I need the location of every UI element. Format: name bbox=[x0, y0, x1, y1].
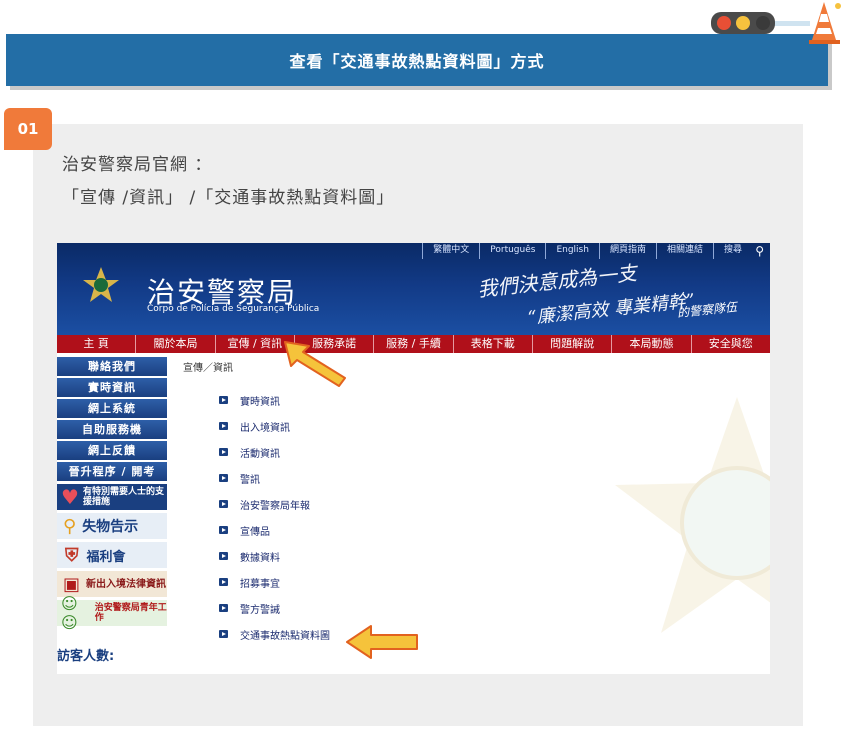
link-activities[interactable]: 活動資訊 bbox=[219, 445, 280, 460]
main-nav: 主 頁 關於本局 宣傳 / 資訊 服務承諾 服務 / 手續 表格下載 問題解說 … bbox=[57, 335, 770, 353]
bullet-icon bbox=[219, 422, 228, 430]
nav-safety[interactable]: 安全與您 bbox=[692, 335, 770, 353]
nav-news[interactable]: 本局動態 bbox=[612, 335, 692, 353]
sidebar-youth[interactable]: ☺☺ 治安警察局青年工作 bbox=[57, 594, 167, 632]
toplink-related[interactable]: 相關連結 bbox=[655, 243, 713, 259]
link-publicity[interactable]: 宣傳品 bbox=[219, 523, 270, 538]
site-subtitle: Corpo de Polícia de Segurança Pública bbox=[147, 304, 320, 314]
police-emblem-icon bbox=[83, 267, 119, 302]
sidebar-promotion[interactable]: 晉升程序 / 開考 bbox=[57, 462, 167, 481]
step-instruction-line1: 治安警察局官網 ： bbox=[62, 155, 213, 175]
header-banner: 查看「交通事故熱點資料圖」方式 bbox=[6, 34, 832, 90]
site-header: 繁體中文 Português English 網頁指南 相關連結 搜尋 ⚲ 治安… bbox=[57, 243, 770, 335]
visitor-count-label: 訪客人數: bbox=[57, 649, 115, 664]
sidebar: 聯絡我們 實時資訊 網上系統 自助服務機 網上反饋 晉升程序 / 開考 ♥ 有特… bbox=[57, 353, 167, 674]
bullet-icon bbox=[219, 630, 228, 638]
bullet-icon bbox=[219, 578, 228, 586]
magnifier-icon: ⚲ bbox=[63, 515, 77, 537]
people-icon: ☺☺ bbox=[61, 594, 78, 632]
sidebar-realtime[interactable]: 實時資訊 bbox=[57, 378, 167, 397]
bullet-icon bbox=[219, 474, 228, 482]
link-realtime[interactable]: 實時資訊 bbox=[219, 393, 280, 408]
link-annual-report[interactable]: 治安警察局年報 bbox=[219, 497, 310, 512]
website-screenshot: 繁體中文 Português English 網頁指南 相關連結 搜尋 ⚲ 治安… bbox=[57, 243, 770, 674]
nav-faq[interactable]: 問題解說 bbox=[533, 335, 613, 353]
search-icon[interactable]: ⚲ bbox=[755, 244, 764, 258]
link-police-warnings[interactable]: 警方警誡 bbox=[219, 601, 280, 616]
link-immigration[interactable]: 出入境資訊 bbox=[219, 419, 290, 434]
book-icon: ▣ bbox=[63, 573, 81, 595]
arrow-icon bbox=[284, 341, 346, 387]
bullet-icon bbox=[219, 552, 228, 560]
step-instruction-line2: 「宣傳 /資訊」 /「交通事故熱點資料圖」 bbox=[62, 188, 395, 208]
shield-icon: ⛨ bbox=[65, 544, 79, 566]
bullet-icon bbox=[219, 396, 228, 404]
traffic-light-icon bbox=[711, 12, 775, 34]
traffic-cone-icon bbox=[809, 2, 841, 44]
sidebar-feedback[interactable]: 網上反饋 bbox=[57, 441, 167, 460]
breadcrumb: 宣傳／資訊 bbox=[183, 363, 233, 374]
sidebar-lost-found[interactable]: ⚲ 失物告示 bbox=[57, 513, 167, 539]
bullet-icon bbox=[219, 500, 228, 508]
toplink-zh[interactable]: 繁體中文 bbox=[422, 243, 479, 259]
link-statistics[interactable]: 數據資料 bbox=[219, 549, 280, 564]
link-police-news[interactable]: 警訊 bbox=[219, 471, 260, 486]
step-number-badge: 01 bbox=[4, 108, 52, 150]
sidebar-kiosk[interactable]: 自助服務機 bbox=[57, 420, 167, 439]
content-area: 宣傳／資訊 實時資訊 出入境資訊 活動資訊 警訊 治安警察局年報 宣傳品 數據資… bbox=[167, 353, 770, 674]
arrow-icon bbox=[346, 625, 418, 659]
bullet-icon bbox=[219, 526, 228, 534]
top-links: 繁體中文 Português English 網頁指南 相關連結 搜尋 bbox=[422, 243, 764, 259]
heart-icon: ♥ bbox=[61, 485, 79, 509]
link-recruitment[interactable]: 招募事宜 bbox=[219, 575, 280, 590]
bullet-icon bbox=[219, 604, 228, 612]
police-emblem-watermark bbox=[615, 397, 770, 633]
banner-main: 查看「交通事故熱點資料圖」方式 bbox=[6, 34, 828, 86]
bullet-icon bbox=[219, 448, 228, 456]
sidebar-welfare[interactable]: ⛨ 福利會 bbox=[57, 542, 167, 568]
sidebar-contact[interactable]: 聯絡我們 bbox=[57, 357, 167, 376]
link-traffic-accident-map[interactable]: 交通事故熱點資料圖 bbox=[219, 627, 330, 642]
nav-services[interactable]: 服務 / 手續 bbox=[374, 335, 454, 353]
nav-about[interactable]: 關於本局 bbox=[136, 335, 216, 353]
sidebar-online-system[interactable]: 網上系統 bbox=[57, 399, 167, 418]
sidebar-special-needs[interactable]: ♥ 有特別需要人士的支援措施 bbox=[57, 484, 167, 510]
toplink-pt[interactable]: Português bbox=[479, 243, 545, 259]
banner-title: 查看「交通事故熱點資料圖」方式 bbox=[289, 52, 545, 71]
traffic-light-pole bbox=[774, 21, 810, 26]
nav-forms[interactable]: 表格下載 bbox=[454, 335, 533, 353]
toplink-en[interactable]: English bbox=[545, 243, 599, 259]
nav-home[interactable]: 主 頁 bbox=[57, 335, 137, 353]
